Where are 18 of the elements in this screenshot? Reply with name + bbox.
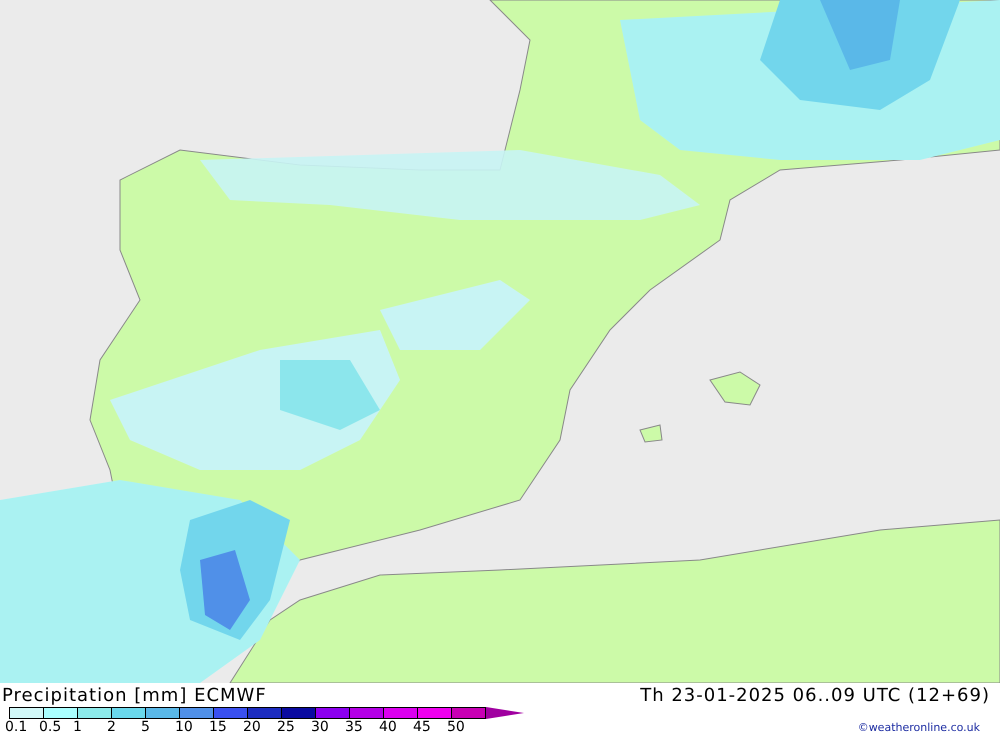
scale-label: 10 [175,719,194,733]
scale-label: 20 [243,719,262,733]
scale-label: 30 [311,719,330,733]
scale-label: 1 [73,719,83,733]
scale-label: 45 [413,719,432,733]
triangle-icon [486,707,524,719]
scale-label: 25 [277,719,296,733]
scale-label: 40 [379,719,398,733]
scale-label: 15 [209,719,228,733]
scale-label: 5 [141,719,151,733]
scale-label: 0.5 [39,719,62,733]
valid-time: Th 23-01-2025 06..09 UTC (12+69) [640,684,990,706]
scale-label: 2 [107,719,117,733]
credit-link[interactable]: ©weatheronline.co.uk [858,721,980,733]
map-title: Precipitation [mm] ECMWF [2,684,267,706]
scale-label: 0.1 [5,719,28,733]
scale-label: 50 [447,719,466,733]
scale-label: 35 [345,719,364,733]
